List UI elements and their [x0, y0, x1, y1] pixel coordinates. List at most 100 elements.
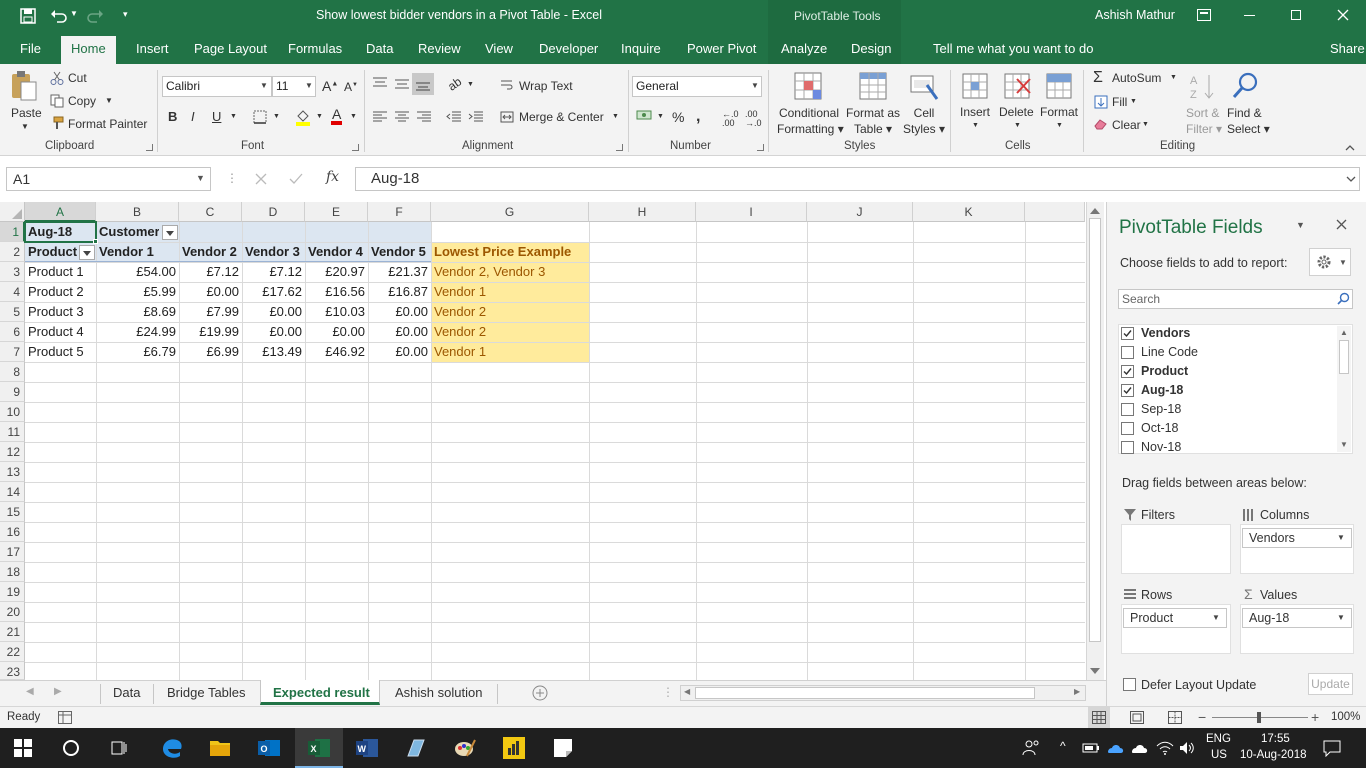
merge-center-button[interactable]: Merge & Center [519, 110, 604, 124]
align-center-icon[interactable] [394, 110, 410, 124]
middle-align-icon[interactable] [394, 76, 410, 90]
wrap-text-button[interactable]: Wrap Text [519, 79, 573, 93]
rows-field-dropdown-icon[interactable]: ▼ [1212, 613, 1220, 622]
header-vendor-1[interactable]: Vendor 1 [96, 242, 179, 262]
cell-lowest-vendor[interactable]: Vendor 1 [431, 282, 589, 302]
checkbox-unchecked[interactable] [1121, 441, 1134, 454]
values-field-dropdown-icon[interactable]: ▼ [1337, 613, 1345, 622]
macro-record-icon[interactable] [58, 711, 72, 724]
bold-button[interactable]: B [168, 109, 177, 124]
tab-data[interactable]: Data [366, 41, 393, 56]
cell-price[interactable]: £7.12 [242, 262, 305, 282]
worksheet-grid[interactable]: A B C D E F G H I J K 1 2 3 4 5 6 7 8 9 … [0, 202, 1106, 680]
hscroll-right-icon[interactable]: ▶ [1074, 687, 1080, 696]
new-sheet-icon[interactable] [532, 685, 548, 701]
people-icon[interactable] [1022, 739, 1040, 757]
checkbox-unchecked[interactable] [1121, 346, 1134, 359]
cell-price[interactable]: £0.00 [305, 322, 368, 342]
tab-view[interactable]: View [485, 41, 513, 56]
row-header[interactable]: 16 [0, 522, 25, 542]
cell-price[interactable]: £8.69 [96, 302, 179, 322]
row-header[interactable]: 20 [0, 602, 25, 622]
battery-icon[interactable] [1082, 740, 1100, 756]
tab-power-pivot[interactable]: Power Pivot [687, 41, 756, 56]
tab-split-grip-icon[interactable]: ⋮ [662, 685, 674, 699]
cell-product[interactable]: Product 2 [25, 282, 96, 302]
font-name-dropdown-icon[interactable]: ▼ [260, 81, 268, 90]
fill-button[interactable]: Fill [1112, 95, 1127, 109]
paste-button[interactable]: Paste [11, 106, 42, 120]
ribbon-display-icon[interactable] [1197, 9, 1211, 21]
cell-price[interactable]: £21.37 [368, 262, 431, 282]
decrease-decimal-icon[interactable]: .00 →.0 [745, 110, 762, 128]
cell-price[interactable]: £0.00 [179, 282, 242, 302]
cell-price[interactable]: £46.92 [305, 342, 368, 362]
comma-button[interactable]: , [696, 108, 700, 126]
insert-cells-button[interactable]: Insert [960, 105, 990, 119]
column-header-i[interactable]: I [696, 202, 807, 222]
column-header-e[interactable]: E [305, 202, 368, 222]
close-icon[interactable] [1337, 9, 1349, 21]
pane-close-icon[interactable] [1336, 219, 1347, 230]
alignment-launcher-icon[interactable] [616, 144, 623, 151]
checkbox-checked[interactable] [1121, 384, 1134, 397]
underline-dropdown-icon[interactable]: ▼ [230, 113, 237, 120]
row-header[interactable]: 10 [0, 402, 25, 422]
delete-cells-button[interactable]: Delete [999, 105, 1034, 119]
cell-price[interactable]: £5.99 [96, 282, 179, 302]
font-launcher-icon[interactable] [352, 144, 359, 151]
currency-dropdown-icon[interactable]: ▼ [657, 113, 664, 120]
excel-icon[interactable]: X [307, 736, 331, 760]
filters-drop-area[interactable] [1121, 524, 1231, 574]
row-header[interactable]: 22 [0, 642, 25, 662]
user-name[interactable]: Ashish Mathur [1095, 8, 1175, 22]
paint-icon[interactable] [453, 736, 477, 760]
hscroll-left-icon[interactable]: ◀ [684, 687, 690, 696]
row-header[interactable]: 7 [0, 342, 25, 362]
tab-file[interactable]: File [20, 41, 41, 56]
cell-product[interactable]: Product 1 [25, 262, 96, 282]
find-select-button[interactable]: Find & Select ▾ [1227, 105, 1270, 137]
format-dropdown-icon[interactable]: ▼ [1056, 122, 1063, 129]
cortana-search-icon[interactable] [62, 739, 80, 757]
checkbox-unchecked[interactable] [1121, 422, 1134, 435]
tab-scroll-right-icon[interactable]: ▶ [54, 686, 62, 697]
field-scroll-down-icon[interactable]: ▼ [1340, 440, 1348, 449]
orientation-icon[interactable]: ab [445, 74, 464, 93]
row-header[interactable]: 11 [0, 422, 25, 442]
cell-price[interactable]: £0.00 [242, 302, 305, 322]
copy-dropdown-icon[interactable]: ▼ [105, 96, 113, 105]
borders-dropdown-icon[interactable]: ▼ [273, 113, 280, 120]
row-header[interactable]: 6 [0, 322, 25, 342]
checkbox-checked[interactable] [1121, 365, 1134, 378]
row-header[interactable]: 1 [0, 222, 25, 242]
orientation-dropdown-icon[interactable]: ▼ [467, 81, 474, 88]
clock-time[interactable]: 17:55 [1261, 733, 1290, 745]
merge-dropdown-icon[interactable]: ▼ [612, 113, 619, 120]
show-hidden-icons[interactable]: ^ [1060, 739, 1066, 753]
align-left-icon[interactable] [372, 110, 388, 124]
tab-home[interactable]: Home [61, 36, 116, 64]
zoom-in-button[interactable]: + [1311, 709, 1319, 725]
tab-review[interactable]: Review [418, 41, 461, 56]
field-scroll-up-icon[interactable]: ▲ [1340, 328, 1348, 337]
scroll-up-icon[interactable] [1090, 207, 1100, 214]
font-color-icon[interactable]: A [331, 107, 343, 125]
top-align-icon[interactable] [372, 76, 388, 90]
decrease-font-icon[interactable]: A▼ [344, 80, 358, 94]
row-header[interactable]: 12 [0, 442, 25, 462]
row-header[interactable]: 5 [0, 302, 25, 322]
cell-price[interactable]: £10.03 [305, 302, 368, 322]
cell-price[interactable]: £7.12 [179, 262, 242, 282]
undo-dropdown-icon[interactable]: ▼ [70, 9, 78, 18]
delete-dropdown-icon[interactable]: ▼ [1014, 122, 1021, 129]
header-vendor-3[interactable]: Vendor 3 [242, 242, 305, 262]
number-launcher-icon[interactable] [757, 144, 764, 151]
page-break-view-icon[interactable] [1168, 711, 1182, 724]
cell-price[interactable]: £0.00 [368, 302, 431, 322]
percent-button[interactable]: % [672, 109, 684, 125]
onedrive-icon[interactable] [1106, 740, 1124, 756]
font-size-dropdown-icon[interactable]: ▼ [305, 81, 313, 90]
paste-dropdown-icon[interactable]: ▼ [21, 122, 29, 131]
horizontal-scroll-thumb[interactable] [695, 687, 1035, 699]
